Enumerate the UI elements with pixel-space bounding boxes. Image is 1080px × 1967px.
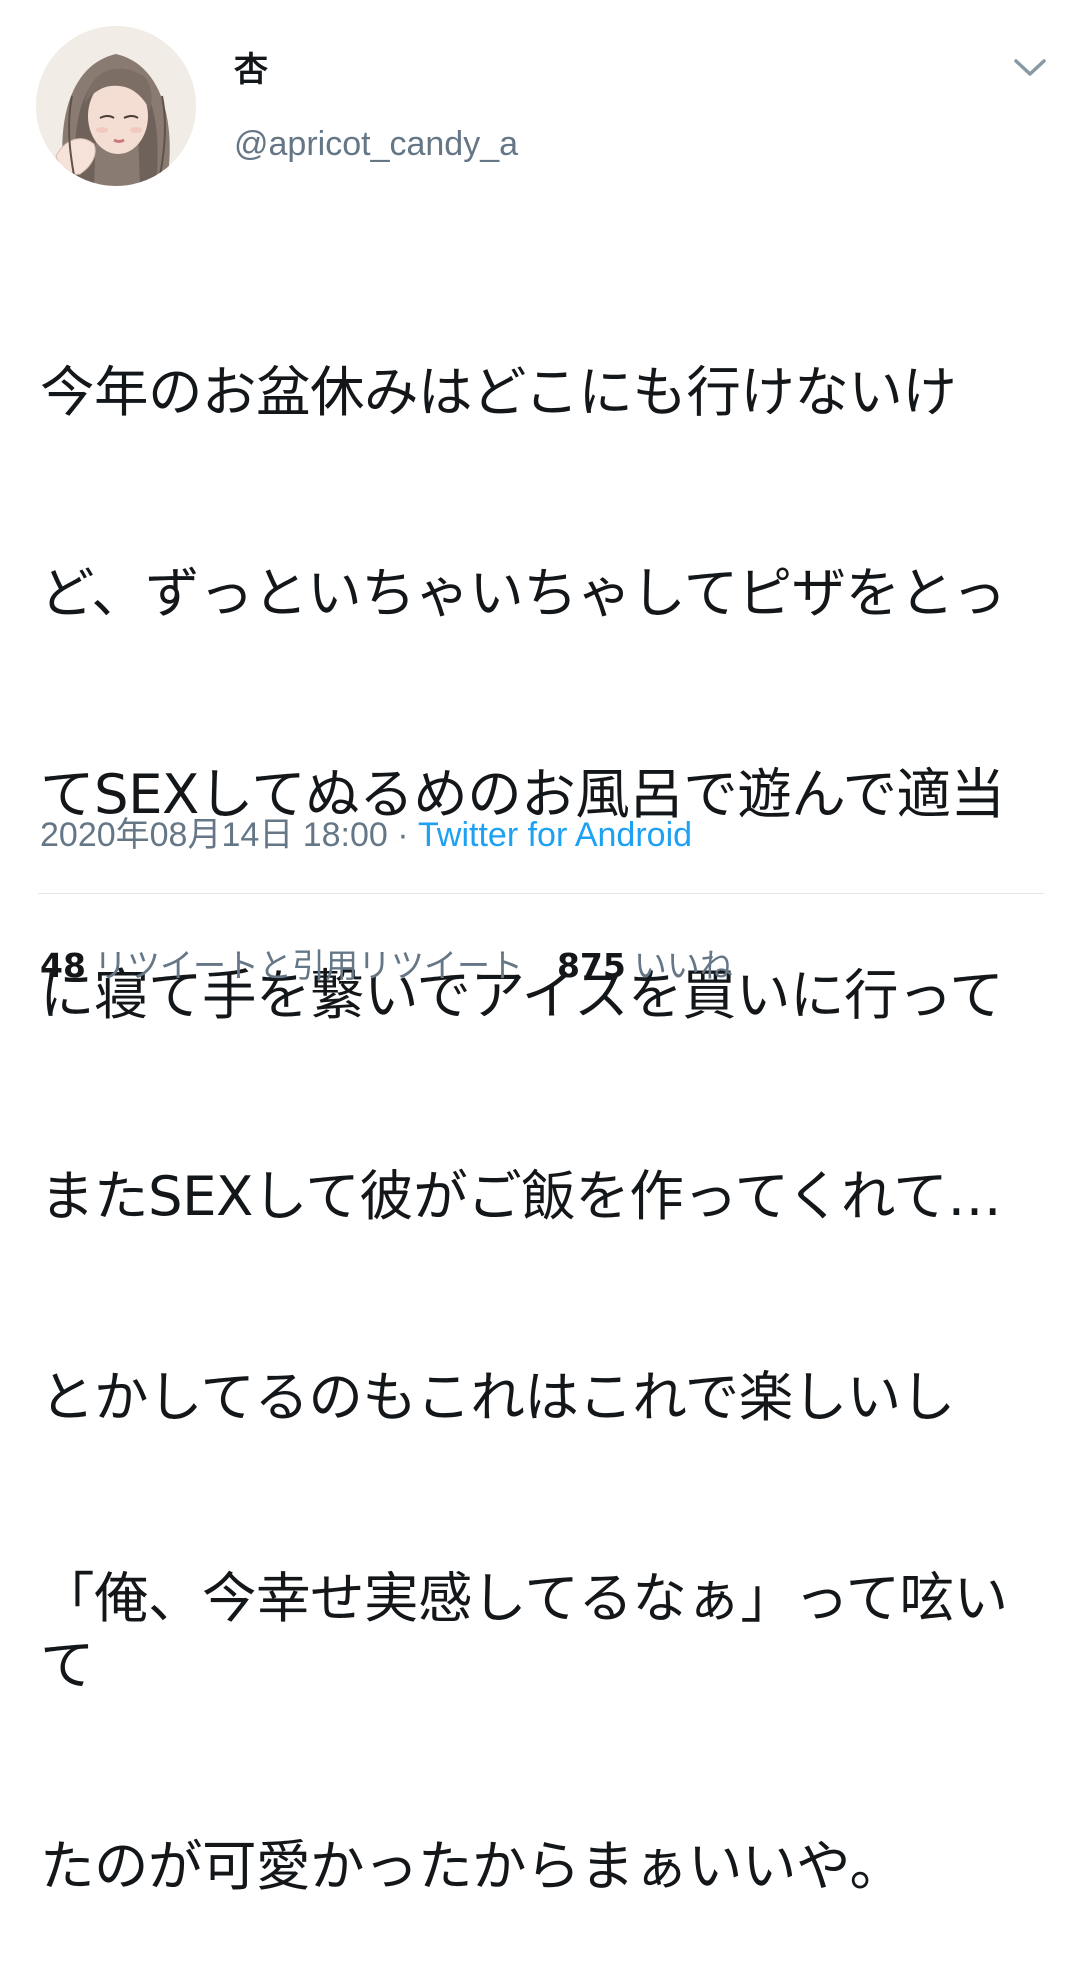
retweets-stat[interactable]: 48 リツイートと引用リツイート <box>40 944 523 988</box>
likes-label: いいね <box>633 946 733 985</box>
tweet-menu-button[interactable] <box>1006 48 1054 88</box>
tweet-line: 今年のお盆休みはどこにも行けないけ <box>40 360 957 424</box>
tweet-line: とかしてるのもこれはこれで楽しいし <box>40 1365 955 1429</box>
tweet-line: またSEXして彼がご飯を作ってくれて… <box>40 1164 1002 1228</box>
divider <box>38 893 1044 894</box>
chevron-down-icon <box>1014 59 1046 76</box>
tweet-line: 「俺、今幸せ実感してるなぁ」って呟いて <box>40 1566 1008 1697</box>
retweets-label: リツイートと引用リツイート <box>93 946 523 985</box>
meta-separator: · <box>387 816 419 854</box>
tweet-text: 今年のお盆休みはどこにも行けないけ ど、ずっといちゃいちゃしてピザをとっ てSE… <box>40 225 1050 1967</box>
tweet-stats: 48 リツイートと引用リツイート 875 いいね <box>40 944 733 988</box>
tweet-source-link[interactable]: Twitter for Android <box>418 816 692 854</box>
likes-stat[interactable]: 875 いいね <box>557 944 733 988</box>
avatar-illustration-icon <box>36 26 196 186</box>
avatar[interactable] <box>36 26 196 186</box>
tweet-line: ど、ずっといちゃいちゃしてピザをとっ <box>40 561 1007 625</box>
likes-count: 875 <box>556 946 626 985</box>
tweet-meta: 2020年08月14日 18:00 · Twitter for Android <box>40 813 692 857</box>
tweet-timestamp[interactable]: 2020年08月14日 18:00 <box>40 816 388 854</box>
tweet-line: たのが可愛かったからまぁいいや。 <box>40 1834 904 1898</box>
retweets-count: 48 <box>40 946 86 985</box>
user-handle[interactable]: @apricot_candy_a <box>234 122 518 166</box>
display-name[interactable]: 杏 <box>234 50 268 90</box>
